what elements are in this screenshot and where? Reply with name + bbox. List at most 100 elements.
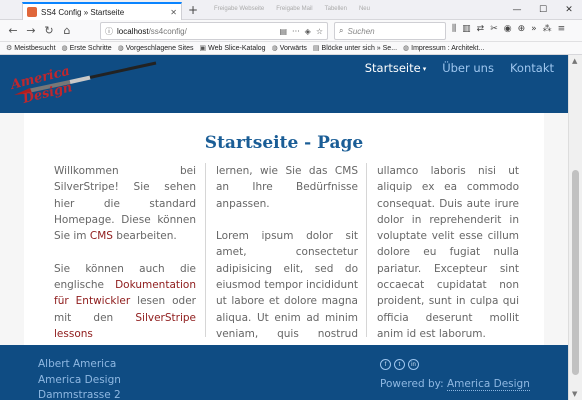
bookmark-item[interactable]: ◍ Vorwärts — [271, 44, 307, 53]
webslice-icon: ▣ — [199, 45, 207, 52]
pocket-icon[interactable]: ◈ — [305, 27, 311, 36]
bookmark-item[interactable]: ◍ Impressum : Architekt... — [403, 44, 485, 53]
screenshot-icon[interactable]: ✂ — [490, 24, 498, 34]
main-content: Startseite - Page Willkommen bei SilverS… — [24, 113, 544, 356]
bookmark-item[interactable]: ⚙ Meistbesucht — [6, 44, 56, 53]
tab-close-icon[interactable]: ✕ — [170, 8, 177, 17]
close-window-button[interactable]: ✕ — [556, 0, 582, 20]
browser-tab[interactable]: SS4 Config » Startseite ✕ — [22, 2, 182, 20]
address-line: America Design — [38, 373, 121, 386]
minimize-button[interactable]: — — [504, 0, 530, 20]
background-tab[interactable]: Freigabe Mail — [276, 6, 312, 12]
more-tools-icon[interactable]: » — [531, 24, 537, 34]
back-arrow-icon[interactable]: ← — [6, 24, 20, 38]
url-path: /ss4config/ — [148, 26, 187, 36]
extension-icon[interactable]: ◉ — [504, 24, 512, 34]
paragraph: Sie können auch die englische Dokumentat… — [54, 261, 196, 342]
caret-down-icon: ▾ — [422, 64, 427, 73]
url-bar[interactable]: ⓘ localhost/ss4config/ ▤ ··· ◈ ☆ — [100, 22, 328, 40]
address-line: Dammstrasse 2 — [38, 389, 121, 400]
paragraph: ullamco laboris nisi ut aliquip ex ea co… — [377, 165, 519, 340]
address-line: Albert America — [38, 358, 117, 370]
page-viewport: America Design Startseite ▾ Über uns Kont… — [0, 55, 568, 400]
powered-by-link[interactable]: America Design — [446, 378, 530, 391]
apps-icon[interactable]: ⁂ — [543, 24, 552, 34]
nav-item-ueber-uns[interactable]: Über uns — [442, 61, 494, 75]
social-icons: f t in — [380, 359, 530, 370]
bookmark-label: Web Slice-Katalog — [208, 44, 266, 52]
bookmark-item[interactable]: ◍ Erste Schritte — [61, 44, 112, 53]
footer-address: Albert America America Design Dammstrass… — [38, 357, 121, 400]
bookmarks-toolbar: ⚙ Meistbesucht ◍ Erste Schritte ◍ Vorgeschl… — [0, 42, 582, 55]
background-tab[interactable]: Neu — [359, 6, 370, 12]
home-icon[interactable]: ⌂ — [60, 24, 74, 38]
site-nav: Startseite ▾ Über uns Kontakt — [365, 61, 554, 75]
bookmark-label: Impressum : Architekt... — [411, 44, 485, 52]
bookmark-label: Erste Schritte — [69, 44, 112, 52]
page-title: Startseite - Page — [204, 133, 364, 153]
search-input[interactable] — [347, 26, 438, 36]
nav-item-label: Startseite — [364, 61, 421, 75]
sync-icon[interactable]: ⇄ — [477, 24, 485, 34]
page-actions-icon[interactable]: ··· — [292, 27, 300, 36]
globe-icon: ◍ — [271, 45, 278, 52]
nav-item-kontakt[interactable]: Kontakt — [510, 61, 554, 75]
window-controls: — ☐ ✕ — [504, 0, 582, 20]
bookmark-star-icon[interactable]: ☆ — [316, 27, 323, 36]
bookmark-label: Meistbesucht — [14, 44, 56, 52]
browser-titlebar: SS4 Config » Startseite ✕ + Freigabe Web… — [0, 0, 582, 20]
america-design-logo[interactable]: America Design — [10, 57, 160, 109]
facebook-icon[interactable]: f — [380, 359, 391, 370]
bookmark-label: Vorwärts — [279, 44, 307, 52]
reader-view-icon[interactable]: ▤ — [279, 27, 287, 36]
scroll-up-arrow-icon[interactable]: ▲ — [572, 57, 577, 65]
site-header: America Design Startseite ▾ Über uns Kont… — [0, 55, 568, 113]
paragraph: lernen, wie Sie das CMS an Ihre Bedürfni… — [216, 165, 358, 210]
globe-icon: ◍ — [61, 45, 68, 52]
content-column-1: Willkommen bei SilverStripe! Sie sehen h… — [54, 163, 196, 359]
background-tab[interactable]: Tabellen — [325, 6, 347, 12]
bookmark-item[interactable]: ▤ Blöcke unter sich » Se... — [312, 44, 398, 53]
paragraph-text: bearbeiten. — [112, 230, 177, 243]
url-host: localhost — [117, 26, 149, 36]
site-footer: Albert America America Design Dammstrass… — [0, 345, 568, 400]
menu-icon[interactable]: ≡ — [558, 24, 566, 34]
site-info-icon[interactable]: ⓘ — [105, 26, 113, 37]
content-column-3: ullamco laboris nisi ut aliquip ex ea co… — [377, 163, 519, 359]
bookmark-item[interactable]: ◍ Vorgeschlagene Sites — [117, 44, 194, 53]
powered-by: Powered by: America Design — [380, 378, 530, 391]
background-tab[interactable]: Freigabe Webseite — [214, 6, 264, 12]
maximize-button[interactable]: ☐ — [530, 0, 556, 20]
browser-navbar: ← → ↻ ⌂ ⓘ localhost/ss4config/ ▤ ··· ◈ ☆… — [0, 20, 582, 42]
search-icon: ⌕ — [339, 26, 344, 35]
globe-icon: ◍ — [403, 45, 410, 52]
page-scrollbar[interactable]: ▲ ▼ — [568, 55, 582, 400]
scrollbar-thumb[interactable] — [572, 170, 579, 375]
footer-right: f t in Powered by: America Design — [380, 359, 530, 391]
forward-arrow-icon[interactable]: → — [24, 24, 38, 38]
tab-title: SS4 Config » Startseite — [41, 7, 125, 17]
linkedin-icon[interactable]: in — [408, 359, 419, 370]
globe-icon: ◍ — [117, 45, 124, 52]
cms-link[interactable]: CMS — [90, 230, 113, 242]
gear-icon: ⚙ — [6, 45, 13, 52]
bookmark-item[interactable]: ▣ Web Slice-Katalog — [199, 44, 266, 53]
bookmark-label: Blöcke unter sich » Se... — [321, 44, 398, 52]
addon-icon[interactable]: ⊕ — [518, 24, 526, 34]
twitter-icon[interactable]: t — [394, 359, 405, 370]
new-tab-button[interactable]: + — [188, 3, 198, 17]
search-bar[interactable]: ⌕ — [334, 22, 446, 40]
nav-item-startseite[interactable]: Startseite ▾ — [365, 61, 426, 75]
sidebar-icon[interactable]: ▥ — [462, 24, 471, 34]
column-divider — [366, 163, 367, 337]
powered-by-label: Powered by: — [380, 378, 447, 390]
scroll-down-arrow-icon[interactable]: ▼ — [572, 390, 577, 398]
reload-icon[interactable]: ↻ — [42, 24, 56, 38]
paragraph: Willkommen bei SilverStripe! Sie sehen h… — [54, 163, 196, 244]
toolbar-icons: ⫼ ▥ ⇄ ✂ ◉ ⊕ » ⁂ ≡ — [452, 24, 565, 34]
bookmark-label: Vorgeschlagene Sites — [125, 44, 194, 52]
page-icon: ▤ — [312, 45, 320, 52]
tab-favicon-icon — [27, 7, 37, 17]
content-column-2: lernen, wie Sie das CMS an Ihre Bedürfni… — [216, 163, 358, 375]
library-icon[interactable]: ⫼ — [452, 24, 456, 34]
